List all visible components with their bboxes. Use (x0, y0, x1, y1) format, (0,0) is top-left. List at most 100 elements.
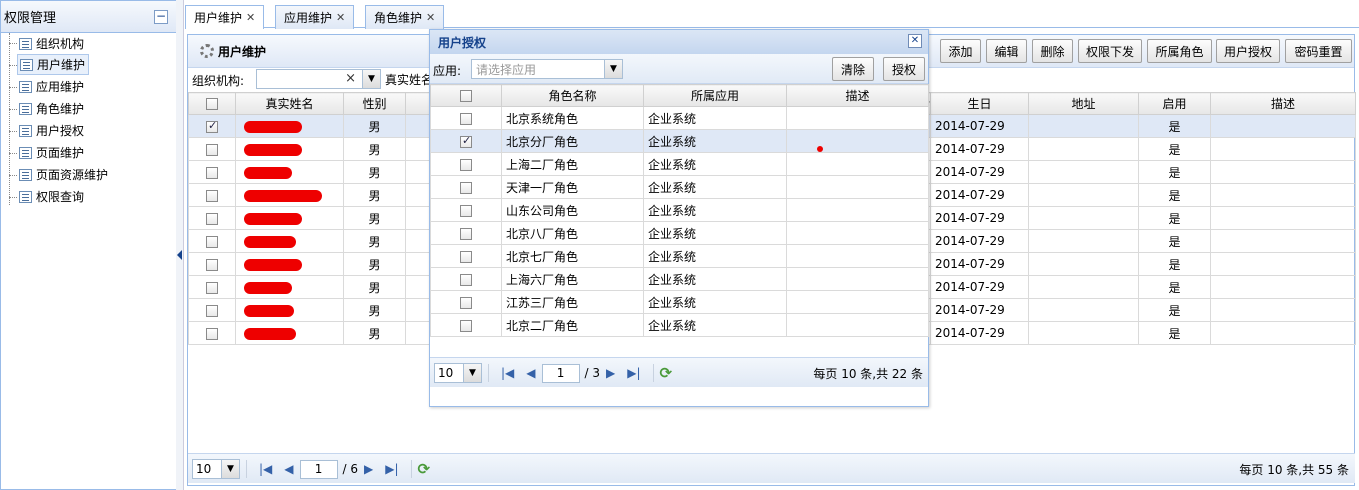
column-header-address[interactable]: 地址 (1028, 92, 1139, 115)
grant-button[interactable]: 授权 (883, 57, 925, 81)
page-size-select[interactable]: 10 ▼ (192, 459, 240, 479)
delete-button[interactable]: 删除 (1032, 39, 1073, 63)
row-checkbox[interactable] (206, 235, 218, 248)
list-item[interactable]: 上海二厂角色 企业系统 (430, 152, 929, 176)
page-number-input[interactable]: 1 (299, 459, 338, 479)
list-item[interactable]: 北京分厂角色企业系统 (430, 129, 929, 153)
row-checkbox[interactable] (206, 304, 218, 317)
page-number-input[interactable]: 1 (541, 363, 580, 383)
last-page-icon[interactable]: ▶| (627, 366, 640, 380)
left-nav-panel: 权限管理 − 组织机构 用户维护 应用维护 角色维护 用户授权 页面维护 页面资… (0, 0, 177, 490)
row-checkbox[interactable] (460, 181, 472, 194)
prev-page-icon[interactable]: ◀ (284, 462, 293, 476)
chevron-down-icon[interactable]: ▼ (463, 364, 481, 382)
sidebar-item-org[interactable]: 组织机构 (17, 33, 87, 54)
permission-dispatch-button[interactable]: 权限下发 (1078, 39, 1142, 63)
sidebar-item-user-maintenance[interactable]: 用户维护 (17, 54, 90, 75)
list-item[interactable]: 北京八厂角色 企业系统 (430, 221, 929, 245)
row-checkbox[interactable] (206, 327, 218, 340)
row-checkbox[interactable] (206, 189, 218, 202)
gender-cell: 男 (343, 252, 406, 276)
clear-button-label: 清除 (840, 62, 865, 77)
sidebar-item-page-maintenance[interactable]: 页面维护 (17, 142, 87, 163)
table-header-row: 角色名称 所属应用 描述 (430, 84, 929, 107)
row-checkbox[interactable] (206, 212, 218, 225)
redacted-name (244, 258, 302, 271)
page-size-select[interactable]: 10 ▼ (434, 363, 482, 383)
list-item[interactable]: 上海六厂角色 企业系统 (430, 267, 929, 291)
row-checkbox[interactable] (460, 227, 472, 240)
column-header-app[interactable]: 所属应用 (643, 84, 787, 107)
column-header-description[interactable]: 描述 (1210, 92, 1356, 115)
list-item[interactable]: 天津一厂角色 企业系统 (430, 175, 929, 199)
row-checkbox[interactable] (460, 250, 472, 263)
edit-button[interactable]: 编辑 (986, 39, 1027, 63)
sidebar-item-role-maintenance[interactable]: 角色维护 (17, 98, 87, 119)
last-page-icon[interactable]: ▶| (385, 462, 398, 476)
list-icon (19, 37, 32, 50)
row-checkbox[interactable] (460, 112, 472, 125)
tab-app-maintenance[interactable]: 应用维护 ✕ (275, 5, 355, 29)
add-button[interactable]: 添加 (940, 39, 981, 63)
owned-roles-button[interactable]: 所属角色 (1147, 39, 1212, 63)
org-filter-label: 组织机构: (192, 73, 245, 88)
row-checkbox[interactable] (460, 273, 472, 286)
column-header-birthday[interactable]: 生日 (930, 92, 1029, 115)
refresh-icon[interactable]: ⟳ (660, 364, 673, 382)
clear-button[interactable]: 清除 (832, 57, 874, 81)
close-icon[interactable]: ✕ (246, 11, 255, 24)
list-item[interactable]: 北京二厂角色 企业系统 (430, 313, 929, 337)
list-item[interactable]: 山东公司角色 企业系统 (430, 198, 929, 222)
list-item[interactable]: 江苏三厂角色 企业系统 (430, 290, 929, 314)
sidebar-item-page-resource[interactable]: 页面资源维护 (17, 164, 111, 185)
column-header-description[interactable]: 描述 (786, 84, 929, 107)
next-page-icon[interactable]: ▶ (606, 366, 615, 380)
chevron-down-icon[interactable]: ▼ (604, 60, 622, 78)
column-header-name[interactable]: 真实姓名 (235, 92, 344, 115)
clear-icon[interactable]: × (345, 71, 356, 86)
row-checkbox[interactable] (460, 134, 472, 148)
select-all-checkbox[interactable] (206, 98, 218, 110)
list-item[interactable]: 北京系统角色 企业系统 (430, 106, 929, 130)
column-header-enabled[interactable]: 启用 (1138, 92, 1211, 115)
row-checkbox[interactable] (460, 296, 472, 309)
first-page-icon[interactable]: |◀ (501, 366, 514, 380)
refresh-icon[interactable]: ⟳ (418, 460, 431, 478)
chevron-down-icon[interactable]: ▼ (221, 460, 239, 478)
app-select[interactable]: 请选择应用 ▼ (471, 59, 623, 79)
sidebar-item-app-maintenance[interactable]: 应用维护 (17, 76, 87, 97)
row-checkbox[interactable] (206, 258, 218, 271)
close-icon[interactable]: ✕ (908, 34, 922, 48)
close-icon[interactable]: ✕ (336, 11, 345, 24)
sidebar-item-label: 页面资源维护 (36, 168, 109, 182)
tab-role-maintenance[interactable]: 角色维护 ✕ (365, 5, 445, 29)
row-checkbox[interactable] (206, 166, 218, 179)
list-item[interactable]: 北京七厂角色 企业系统 (430, 244, 929, 268)
gender-cell: 男 (343, 183, 406, 207)
select-all-checkbox[interactable] (460, 90, 472, 102)
column-header-gender[interactable]: 性别 (343, 92, 406, 115)
collapse-icon[interactable]: − (154, 10, 168, 24)
org-filter-combo[interactable]: × ▼ (256, 69, 381, 89)
row-checkbox[interactable] (206, 119, 218, 133)
prev-page-icon[interactable]: ◀ (526, 366, 535, 380)
row-checkbox[interactable] (206, 143, 218, 156)
row-checkbox[interactable] (460, 158, 472, 171)
row-checkbox[interactable] (206, 281, 218, 294)
tab-user-maintenance[interactable]: 用户维护 ✕ (185, 5, 265, 29)
collapse-left-arrow-icon[interactable] (177, 250, 182, 260)
next-page-icon[interactable]: ▶ (364, 462, 373, 476)
sidebar-item-permission-query[interactable]: 权限查询 (17, 186, 87, 207)
row-checkbox[interactable] (460, 319, 472, 332)
password-reset-button[interactable]: 密码重置 (1285, 39, 1352, 63)
row-checkbox[interactable] (460, 204, 472, 217)
user-authorize-button[interactable]: 用户授权 (1216, 39, 1280, 63)
close-icon[interactable]: ✕ (426, 11, 435, 24)
sidebar-item-user-authorization[interactable]: 用户授权 (17, 120, 87, 141)
column-header-role-name[interactable]: 角色名称 (501, 84, 644, 107)
first-page-icon[interactable]: |◀ (259, 462, 272, 476)
tree-branch (9, 131, 17, 132)
panel-splitter[interactable] (176, 0, 184, 490)
chevron-down-icon[interactable]: ▼ (362, 70, 380, 88)
description-cell (786, 198, 929, 222)
